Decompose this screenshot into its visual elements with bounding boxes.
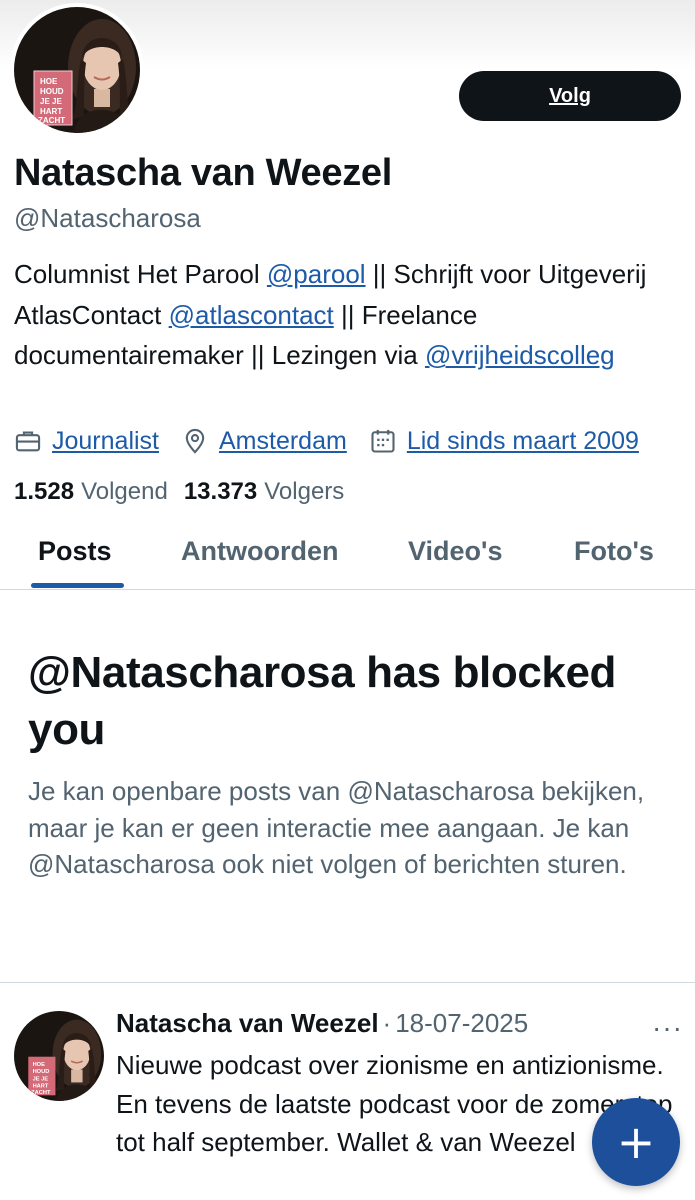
followers-stat[interactable]: 13.373 Volgers <box>184 478 344 506</box>
blocked-title: @Natascharosa has blocked you <box>28 648 617 754</box>
divider <box>0 982 695 983</box>
tab-fotos[interactable]: Foto's <box>574 536 654 567</box>
followers-count: 13.373 <box>183 478 258 505</box>
post-avatar-book-text-3: JE JE <box>33 1076 49 1082</box>
active-tab-indicator <box>31 583 124 588</box>
avatar-book-text-3: JE JE <box>40 97 62 106</box>
mention-link-vrijheidscolleg[interactable]: @vrijheidscolleg <box>425 340 615 370</box>
post-avatar-book-text-4: HART <box>33 1083 49 1089</box>
tab-videos[interactable]: Video's <box>408 536 502 567</box>
post-author[interactable]: Natascha van Weezel <box>116 1008 379 1039</box>
profile-meta: Journalist Amsterdam Lid sinds maart 200… <box>14 423 639 459</box>
mention-link-atlascontact[interactable]: @atlascontact <box>169 300 334 330</box>
avatar-book-text-2: HOUD <box>40 87 64 96</box>
tab-antwoorden[interactable]: Antwoorden <box>181 536 338 567</box>
meta-location[interactable]: Amsterdam <box>181 427 347 456</box>
meta-profession[interactable]: Journalist <box>14 427 159 456</box>
profile-handle: @Natascharosa <box>14 203 201 233</box>
tab-posts[interactable]: Posts <box>38 536 112 567</box>
post-separator: · <box>382 1008 392 1038</box>
follow-button[interactable]: Volg <box>459 71 681 121</box>
following-label: Volgend <box>81 478 168 505</box>
meta-joined[interactable]: Lid sinds maart 2009 <box>369 427 639 456</box>
avatar-book-text-5: ZACHT <box>38 116 65 125</box>
avatar-photo: HOE HOUD JE JE HART ZACHT <box>14 7 140 133</box>
more-options-icon[interactable]: ··· <box>652 1012 683 1044</box>
following-stat[interactable]: 1.528 Volgend <box>14 478 168 506</box>
avatar-book-text-1: HOE <box>40 77 58 86</box>
following-count: 1.528 <box>14 478 75 505</box>
bio-text: Columnist Het Parool <box>14 259 267 289</box>
meta-location-label[interactable]: Amsterdam <box>219 427 347 456</box>
profile-bio: Columnist Het Parool @parool || Schrijft… <box>14 254 684 376</box>
followers-label: Volgers <box>264 478 345 505</box>
profile-avatar[interactable]: HOE HOUD JE JE HART ZACHT <box>10 3 144 137</box>
post-avatar-photo: HOE HOUD JE JE HART ZACHT <box>14 1011 104 1101</box>
meta-profession-label[interactable]: Journalist <box>52 427 159 456</box>
mention-link-parool[interactable]: @parool <box>267 259 366 289</box>
post-avatar-book-text-2: HOUD <box>33 1069 50 1075</box>
meta-joined-label[interactable]: Lid sinds maart 2009 <box>407 427 639 456</box>
post-avatar-book-text-5: ZACHT <box>31 1090 51 1096</box>
plus-icon: + <box>616 1115 656 1169</box>
post-avatar[interactable]: HOE HOUD JE JE HART ZACHT <box>14 1011 104 1101</box>
location-pin-icon <box>185 428 205 454</box>
profile-name: Natascha van Weezel <box>14 152 393 194</box>
post-header: Natascha van Weezel · 18-07-2025 <box>116 1008 528 1039</box>
blocked-description: Je kan openbare posts van @Natascharosa … <box>28 776 645 879</box>
compose-fab-button[interactable]: + <box>592 1098 680 1186</box>
profile-stats: 1.528 Volgend 13.373 Volgers <box>14 478 360 506</box>
briefcase-icon <box>15 431 41 452</box>
avatar-book-text-4: HART <box>40 107 62 116</box>
calendar-icon <box>371 429 395 453</box>
post-avatar-book-text-1: HOE <box>33 1062 46 1068</box>
post-date[interactable]: 18-07-2025 <box>395 1008 528 1039</box>
profile-tabs: Posts Antwoorden Video's Foto's <box>0 522 695 590</box>
